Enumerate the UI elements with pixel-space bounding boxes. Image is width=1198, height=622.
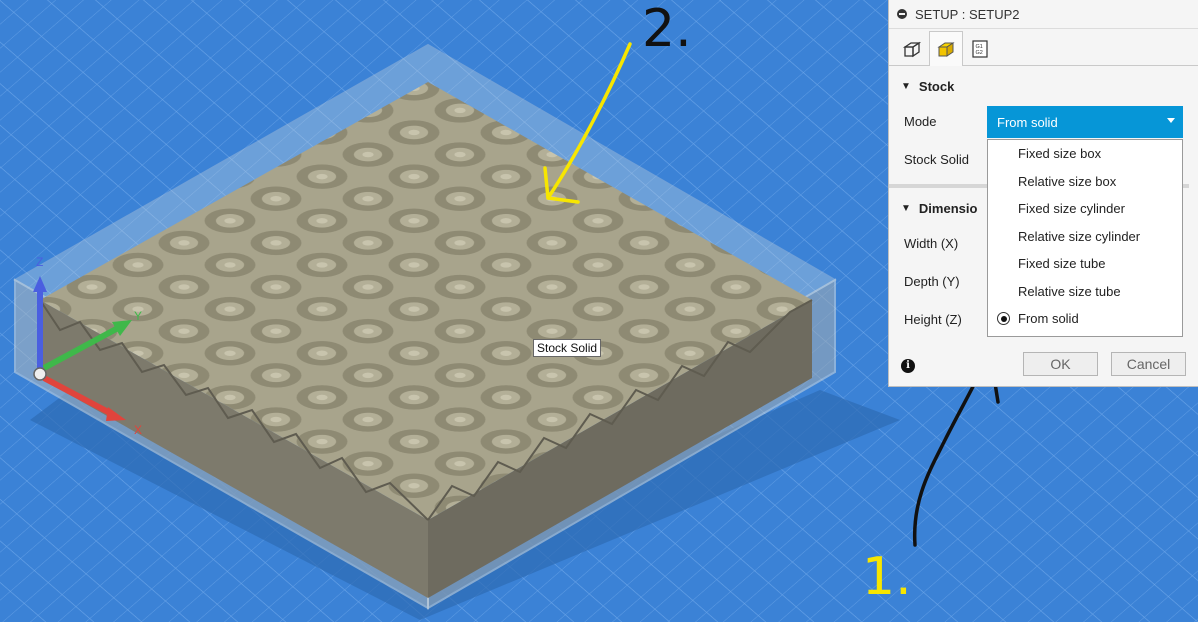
mode-select[interactable]: From solid: [987, 106, 1183, 138]
mode-label: Mode: [904, 113, 937, 129]
dimensions-section-label: Dimensio: [918, 200, 978, 216]
panel-title: SETUP : SETUP2: [915, 6, 1020, 22]
ok-button[interactable]: OK: [1023, 352, 1098, 376]
tab-stock[interactable]: [929, 31, 963, 66]
dropdown-option[interactable]: Fixed size box: [988, 140, 1182, 168]
info-icon[interactable]: i: [901, 359, 915, 373]
stock-section-header[interactable]: ▼ Stock: [889, 70, 1198, 102]
width-label: Width (X): [904, 235, 959, 251]
origin-point[interactable]: [33, 367, 47, 381]
setup-tab-icon: [902, 41, 922, 57]
y-axis-label: Y: [134, 309, 142, 323]
dropdown-option[interactable]: Relative size tube: [988, 278, 1182, 306]
depth-label: Depth (Y): [904, 273, 960, 289]
height-label: Height (Z): [904, 311, 962, 327]
tab-setup[interactable]: [895, 31, 929, 65]
collapse-icon[interactable]: [897, 9, 907, 19]
stock-solid-tooltip: Stock Solid: [533, 339, 602, 357]
z-axis-label: Z: [36, 255, 43, 269]
svg-text:G2: G2: [976, 50, 983, 56]
cancel-button[interactable]: Cancel: [1111, 352, 1186, 376]
post-process-tab-icon: G1 G2: [972, 39, 988, 58]
panel-tabs: G1 G2: [889, 29, 1198, 66]
dropdown-option-selected[interactable]: From solid: [988, 305, 1182, 333]
dropdown-option[interactable]: Relative size box: [988, 168, 1182, 196]
dropdown-option[interactable]: Relative size cylinder: [988, 223, 1182, 251]
annotation-step-2: 2.: [642, 0, 692, 59]
mode-dropdown-list: Fixed size box Relative size box Fixed s…: [987, 139, 1183, 337]
annotation-step-1: 1.: [862, 547, 912, 607]
panel-footer: i OK Cancel: [889, 350, 1198, 382]
mode-select-value: From solid: [997, 114, 1058, 130]
caret-down-icon: ▼: [901, 202, 911, 214]
stock-solid-label: Stock Solid: [904, 151, 970, 167]
dropdown-arrow-icon: [1167, 118, 1175, 123]
dropdown-option[interactable]: Fixed size cylinder: [988, 195, 1182, 223]
caret-down-icon: ▼: [901, 80, 911, 92]
stock-section-label: Stock: [918, 78, 955, 94]
stock-tab-icon: [937, 42, 955, 57]
x-axis-label: X: [134, 423, 142, 437]
dropdown-option-label: From solid: [1018, 311, 1079, 327]
radio-selected-icon: [997, 312, 1010, 325]
panel-titlebar: SETUP : SETUP2: [889, 0, 1198, 29]
tab-post-process[interactable]: G1 G2: [963, 31, 997, 65]
dropdown-option[interactable]: Fixed size tube: [988, 250, 1182, 278]
